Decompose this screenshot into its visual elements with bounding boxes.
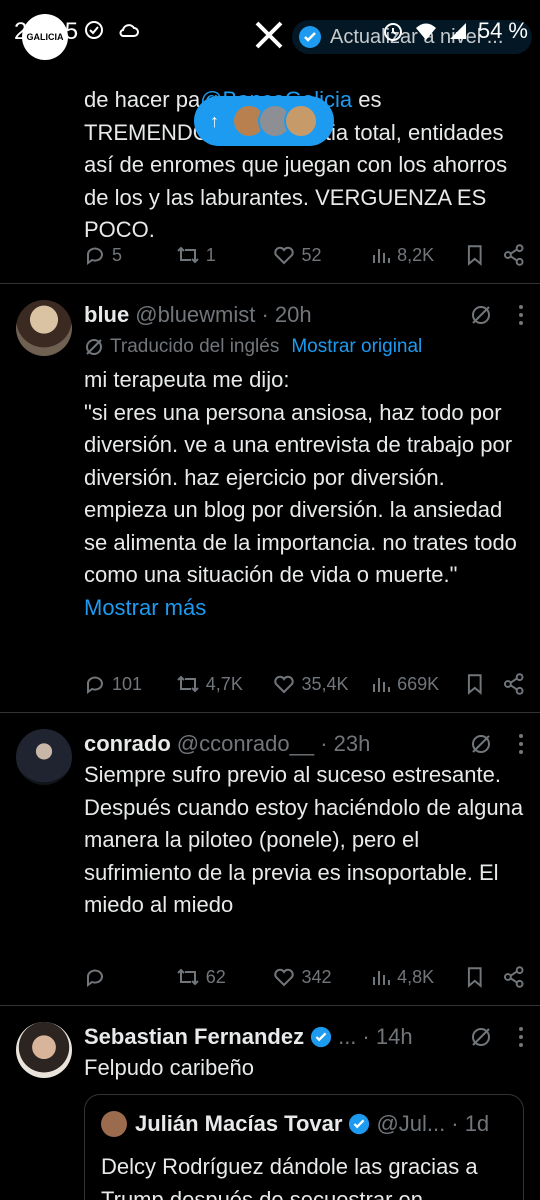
- tweet-2[interactable]: blue @bluewmist · 20h Traducido del ingl…: [0, 284, 540, 713]
- bookmark-icon[interactable]: [465, 673, 485, 695]
- arrow-up-icon: ↑: [210, 110, 219, 131]
- quote-author-name: Julián Macías Tovar: [135, 1111, 343, 1136]
- reply-button[interactable]: 101: [84, 673, 176, 695]
- tweet-3-text: Siempre sufro previo al suceso estresant…: [84, 762, 524, 917]
- translation-notice: Traducido del inglés Mostrar original: [84, 330, 524, 364]
- repost-button[interactable]: 62: [176, 966, 274, 988]
- heart-icon: [274, 675, 295, 694]
- wifi-icon: [415, 23, 436, 40]
- share-icon[interactable]: [503, 244, 524, 266]
- app-notification-avatar: GALICIA: [22, 14, 68, 60]
- author-name[interactable]: Sebastian Fernandez: [84, 1024, 304, 1050]
- signal-icon: [449, 23, 466, 39]
- reply-icon: [87, 969, 103, 987]
- grok-icon[interactable]: [470, 304, 492, 326]
- repost-button[interactable]: 1: [176, 244, 274, 266]
- reply-icon: [87, 676, 103, 694]
- like-button[interactable]: 52: [273, 244, 371, 266]
- cloud-icon: [119, 24, 139, 37]
- repost-icon: [177, 675, 199, 693]
- views-icon: [373, 249, 391, 263]
- views-icon: [373, 678, 391, 692]
- bookmark-icon[interactable]: [465, 966, 485, 988]
- verified-badge-icon: [349, 1113, 370, 1135]
- avatar[interactable]: [16, 1022, 72, 1078]
- repost-button[interactable]: 4,7K: [176, 673, 274, 695]
- author-handle[interactable]: @bluewmist · 20h: [135, 302, 311, 328]
- bookmark-icon[interactable]: [465, 244, 485, 266]
- share-icon[interactable]: [503, 966, 524, 988]
- show-more-link[interactable]: Mostrar más: [84, 595, 206, 620]
- author-name[interactable]: conrado: [84, 731, 171, 757]
- tweet-3[interactable]: conrado @cconrado__ · 23h Siempre sufro …: [0, 713, 540, 1006]
- check-circle-icon: [85, 21, 103, 39]
- views-button[interactable]: 8,2K: [371, 245, 459, 266]
- like-button[interactable]: 35,4K: [273, 673, 371, 695]
- reply-button[interactable]: 5: [84, 244, 176, 266]
- grok-icon[interactable]: [470, 1026, 492, 1048]
- share-icon[interactable]: [503, 673, 524, 695]
- like-button[interactable]: 342: [273, 966, 371, 988]
- avatar[interactable]: [16, 729, 72, 785]
- author-handle[interactable]: ...: [338, 1024, 356, 1050]
- repost-icon: [177, 246, 199, 264]
- verified-badge-icon: [299, 26, 321, 48]
- heart-icon: [274, 246, 295, 265]
- tweet-4-text: Felpudo caribeño: [84, 1055, 255, 1080]
- tweet-2-text: mi terapeuta me dijo: "si eres una perso…: [84, 367, 517, 620]
- new-post-avatar-3: [284, 104, 318, 138]
- tweet-time: · 14h: [362, 1024, 413, 1049]
- views-button[interactable]: 4,8K: [371, 967, 459, 988]
- author-handle[interactable]: @cconrado__ · 23h: [177, 731, 371, 757]
- grok-icon[interactable]: [470, 733, 492, 755]
- verified-badge-icon: [310, 1026, 332, 1048]
- status-bar: 20:05 GALICIA Actualizar a nivel ... 54 …: [0, 0, 540, 70]
- alarm-icon: [383, 23, 402, 41]
- show-original-link[interactable]: Mostrar original: [291, 336, 422, 358]
- heart-icon: [274, 968, 295, 987]
- battery-level: 54 %: [477, 18, 528, 43]
- quote-avatar: [101, 1111, 127, 1137]
- quote-text: Delcy Rodríguez dándole las gracias a Tr…: [101, 1154, 478, 1200]
- avatar[interactable]: [16, 300, 72, 356]
- reply-button[interactable]: [84, 966, 176, 988]
- author-name[interactable]: blue: [84, 302, 129, 328]
- translate-icon: [86, 339, 102, 355]
- views-button[interactable]: 669K: [371, 674, 459, 695]
- quote-time: · 1d: [451, 1111, 490, 1136]
- more-options-icon[interactable]: [518, 733, 524, 755]
- reply-icon: [87, 247, 103, 265]
- quoted-tweet[interactable]: Julián Macías Tovar @Jul... · 1d Delcy R…: [84, 1094, 524, 1200]
- more-options-icon[interactable]: [518, 304, 524, 326]
- views-icon: [373, 971, 391, 985]
- quote-author-handle: @Jul...: [376, 1111, 446, 1136]
- more-options-icon[interactable]: [518, 1026, 524, 1048]
- new-posts-pill[interactable]: ↑: [194, 96, 334, 146]
- repost-icon: [177, 968, 199, 986]
- x-logo-icon: [255, 21, 283, 49]
